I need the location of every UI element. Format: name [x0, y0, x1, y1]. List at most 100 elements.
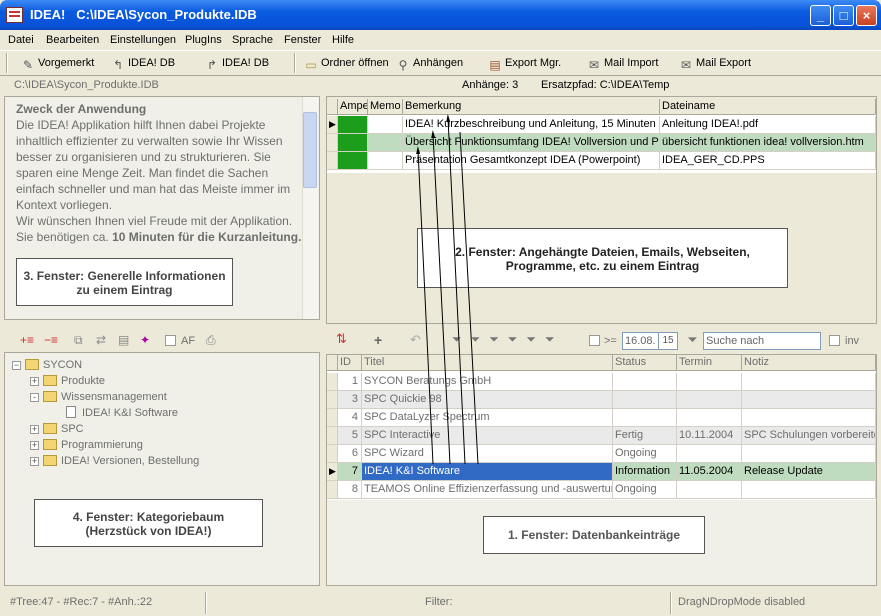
record-notiz[interactable]	[742, 481, 876, 499]
record-notiz[interactable]	[742, 445, 876, 463]
expand-icon[interactable]: +	[30, 425, 39, 434]
record-titel[interactable]: SPC Wizard	[362, 445, 613, 463]
tree-item-wissensmanagement[interactable]: - Wissensmanagement	[30, 390, 167, 404]
collapse-icon[interactable]: −	[12, 361, 21, 370]
record-id[interactable]: 7	[338, 463, 362, 481]
filter-icons[interactable]: ⏷⏷⏷⏷⏷⏷	[452, 332, 564, 347]
af-checkbox[interactable]	[165, 335, 176, 346]
record-id[interactable]: 8	[338, 481, 362, 499]
minimize-button[interactable]: _	[810, 5, 831, 26]
record-status[interactable]: Fertig	[613, 427, 677, 445]
tree-item-idea-ki-software[interactable]: IDEA! K&I Software	[66, 406, 178, 420]
record-termin[interactable]: 10.11.2004	[677, 427, 742, 445]
record-status[interactable]: Ongoing	[613, 445, 677, 463]
tree-item-produkte[interactable]: + Produkte	[30, 374, 105, 388]
attachment-bemerkung[interactable]: Übersicht Funktionsumfang IDEA! Vollvers…	[403, 134, 660, 152]
attachment-bemerkung[interactable]: Präsentation Gesamtkonzept IDEA (Powerpo…	[403, 152, 660, 170]
tree-copy-icon[interactable]: ⧉	[74, 333, 83, 348]
record-id[interactable]: 3	[338, 391, 362, 409]
attachment-dateiname[interactable]: IDEA_GER_CD.PPS	[660, 152, 876, 170]
record-titel[interactable]: SYCON Beratungs GmbH	[362, 373, 613, 391]
record-termin[interactable]	[677, 445, 742, 463]
record-termin[interactable]: 11.05.2004	[677, 463, 742, 481]
tree-add-icon[interactable]: +≡	[20, 333, 34, 347]
record-notiz[interactable]: SPC Schulungen vorbereiten	[742, 427, 876, 445]
expand-icon[interactable]: +	[30, 441, 39, 450]
record-notiz[interactable]: Release Update	[742, 463, 876, 481]
record-termin[interactable]	[677, 391, 742, 409]
expand-icon[interactable]: +	[30, 457, 39, 466]
close-button[interactable]: ×	[856, 5, 877, 26]
export-mgr-button[interactable]: ▤ Export Mgr.	[487, 55, 561, 72]
memo-cell[interactable]	[368, 134, 403, 152]
collapse-icon[interactable]: -	[30, 393, 39, 402]
attachment-bemerkung[interactable]: IDEA! Kurzbeschreibung und Anleitung, 15…	[403, 116, 660, 134]
add-record-icon[interactable]: +	[374, 332, 382, 348]
sort-icon[interactable]: ⇅	[336, 331, 347, 347]
idea-db-back-button[interactable]: ↰ IDEA! DB	[110, 55, 175, 72]
col-ampel[interactable]: Ampel	[338, 99, 368, 115]
record-notiz[interactable]	[742, 391, 876, 409]
menu-bearbeiten[interactable]: Bearbeiten	[46, 34, 99, 46]
attachment-dateiname[interactable]: Anleitung IDEA!.pdf	[660, 116, 876, 134]
col-id[interactable]: ID	[338, 355, 362, 371]
col-bemerkung[interactable]: Bemerkung	[403, 99, 660, 115]
menu-fenster[interactable]: Fenster	[284, 34, 321, 46]
record-status[interactable]: Information	[613, 463, 677, 481]
record-status[interactable]	[613, 409, 677, 427]
date-input[interactable]: 16.08.	[622, 332, 660, 350]
col-dateiname[interactable]: Dateiname	[660, 99, 876, 115]
col-status[interactable]: Status	[613, 355, 677, 371]
record-titel[interactable]: SPC DataLyzer Spectrum	[362, 409, 613, 427]
search-input[interactable]: Suche nach	[703, 332, 821, 350]
anhaengen-button[interactable]: ⚲ Anhängen	[395, 55, 464, 72]
col-memo[interactable]: Memo	[368, 99, 403, 115]
record-id[interactable]: 5	[338, 427, 362, 445]
record-status[interactable]	[613, 391, 677, 409]
record-id[interactable]: 6	[338, 445, 362, 463]
tree-document-icon[interactable]: ▤	[118, 333, 129, 347]
record-termin[interactable]	[677, 409, 742, 427]
tree-root[interactable]: − SYCON	[12, 358, 82, 372]
tree-item-programmierung[interactable]: + Programmierung	[30, 438, 143, 452]
memo-cell[interactable]	[368, 116, 403, 134]
maximize-button[interactable]: □	[833, 5, 854, 26]
menu-einstellungen[interactable]: Einstellungen	[110, 34, 176, 46]
print-icon[interactable]: ⎙	[206, 333, 216, 348]
filter-clear-icon[interactable]: ⏷	[684, 332, 701, 350]
menu-datei[interactable]: Datei	[8, 34, 34, 46]
tree-color-icon[interactable]: ✦	[140, 333, 150, 347]
mail-export-button[interactable]: ✉ Mail Export	[678, 55, 751, 72]
record-status[interactable]: Ongoing	[613, 481, 677, 499]
record-titel[interactable]: TEAMOS Online Effizienzerfassung und -au…	[362, 481, 613, 499]
mail-import-button[interactable]: ✉ Mail Import	[586, 55, 658, 72]
attachment-dateiname[interactable]: übersicht funktionen idea! vollversion.h…	[660, 134, 876, 152]
col-termin[interactable]: Termin	[677, 355, 742, 371]
tree-item-spc[interactable]: + SPC	[30, 422, 84, 436]
menu-sprache[interactable]: Sprache	[232, 34, 273, 46]
expand-icon[interactable]: +	[30, 377, 39, 386]
record-termin[interactable]	[677, 373, 742, 391]
record-notiz[interactable]	[742, 409, 876, 427]
tree-item-idea-versionen[interactable]: + IDEA! Versionen, Bestellung	[30, 454, 199, 468]
record-id[interactable]: 1	[338, 373, 362, 391]
undo-icon[interactable]: ↶	[410, 332, 421, 348]
inverse-checkbox[interactable]	[829, 335, 840, 346]
menu-plugins[interactable]: PlugIns	[185, 34, 222, 46]
calendar-button[interactable]: 15	[658, 332, 678, 350]
info-scrollbar-thumb[interactable]	[303, 112, 317, 188]
col-notiz[interactable]: Notiz	[742, 355, 876, 371]
record-titel[interactable]: SPC Interactive	[362, 427, 613, 445]
menu-hilfe[interactable]: Hilfe	[332, 34, 354, 46]
record-titel[interactable]: IDEA! K&I Software	[362, 463, 613, 481]
record-status[interactable]	[613, 373, 677, 391]
ordner-oeffnen-button[interactable]: ▭ Ordner öffnen	[303, 55, 388, 72]
date-filter-checkbox[interactable]	[589, 335, 600, 346]
record-titel[interactable]: SPC Quickie 98	[362, 391, 613, 409]
idea-db-forward-button[interactable]: ↱ IDEA! DB	[204, 55, 269, 72]
record-id[interactable]: 4	[338, 409, 362, 427]
app-icon[interactable]	[6, 7, 23, 23]
memo-cell[interactable]	[368, 152, 403, 170]
record-notiz[interactable]	[742, 373, 876, 391]
tree-remove-icon[interactable]: −≡	[44, 333, 58, 347]
